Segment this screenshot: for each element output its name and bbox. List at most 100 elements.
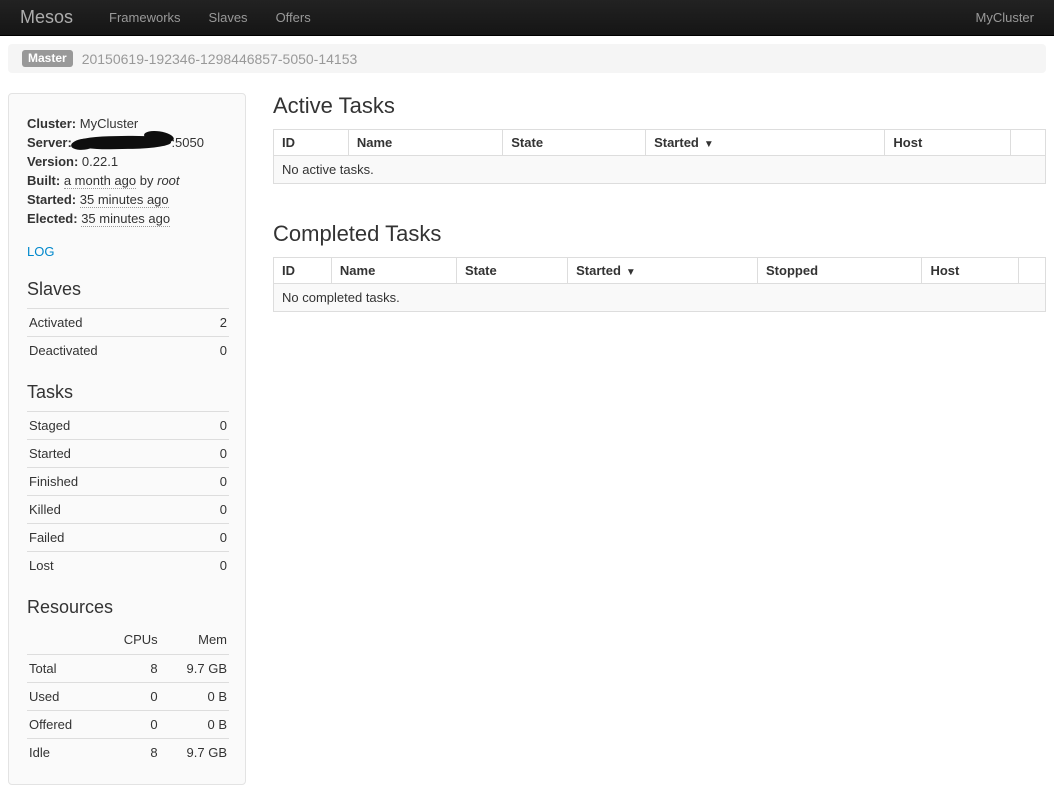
empty-state-row: No completed tasks.: [274, 284, 1046, 312]
active-col-host[interactable]: Host: [885, 130, 1011, 156]
nav-item-frameworks[interactable]: Frameworks: [95, 0, 195, 36]
resources-total-label: Total: [27, 655, 100, 683]
resources-col-mem: Mem: [160, 626, 229, 655]
table-header-row: ID Name State Started▼ Host: [274, 130, 1046, 156]
info-cluster: Cluster: MyCluster: [27, 114, 229, 133]
table-row: Failed 0: [27, 524, 229, 552]
info-started: Started: 35 minutes ago: [27, 190, 229, 209]
completed-col-id[interactable]: ID: [274, 258, 332, 284]
resources-col-cpus: CPUs: [100, 626, 159, 655]
active-tasks-table: ID Name State Started▼ Host No active ta…: [273, 129, 1046, 184]
nav-item-offers[interactable]: Offers: [262, 0, 325, 36]
table-row: Started 0: [27, 440, 229, 468]
completed-col-name[interactable]: Name: [331, 258, 456, 284]
completed-col-stopped[interactable]: Stopped: [758, 258, 922, 284]
built-label: Built:: [27, 173, 60, 188]
server-label: Server:: [27, 135, 72, 150]
tasks-failed-label: Failed: [27, 524, 194, 552]
completed-col-blank: [1018, 258, 1045, 284]
completed-col-started-label: Started: [576, 263, 621, 278]
table-row: Used 0 0 B: [27, 683, 229, 711]
info-version: Version: 0.22.1: [27, 152, 229, 171]
active-col-state[interactable]: State: [503, 130, 646, 156]
active-tasks-title: Active Tasks: [273, 93, 1046, 119]
version-label: Version:: [27, 154, 78, 169]
slaves-section-title: Slaves: [27, 279, 229, 300]
resources-offered-cpus: 0: [100, 711, 159, 739]
tasks-section-title: Tasks: [27, 382, 229, 403]
active-col-name[interactable]: Name: [348, 130, 502, 156]
navbar: Mesos Frameworks Slaves Offers MyCluster: [0, 0, 1054, 36]
table-row: Activated 2: [27, 309, 229, 337]
tasks-killed-value: 0: [194, 496, 229, 524]
cluster-value: MyCluster: [80, 116, 139, 131]
redacted-server-address: [75, 135, 171, 150]
table-header-row: ID Name State Started ▼ Stopped Host: [274, 258, 1046, 284]
resources-total-mem: 9.7 GB: [160, 655, 229, 683]
resources-total-cpus: 8: [100, 655, 159, 683]
elected-value: 35 minutes ago: [81, 211, 170, 227]
completed-col-started[interactable]: Started ▼: [568, 258, 758, 284]
version-value: 0.22.1: [82, 154, 118, 169]
cluster-label: Cluster:: [27, 116, 76, 131]
slaves-deactivated-value: 0: [202, 337, 229, 365]
resources-table: CPUs Mem Total 8 9.7 GB Used 0 0 B Offer…: [27, 626, 229, 766]
slaves-activated-value: 2: [202, 309, 229, 337]
tasks-lost-value: 0: [194, 552, 229, 580]
table-row: Lost 0: [27, 552, 229, 580]
master-badge: Master: [22, 50, 73, 67]
slaves-table: Activated 2 Deactivated 0: [27, 308, 229, 364]
completed-empty-message: No completed tasks.: [274, 284, 1046, 312]
resources-section-title: Resources: [27, 597, 229, 618]
nav-item-slaves[interactable]: Slaves: [195, 0, 262, 36]
table-row: Total 8 9.7 GB: [27, 655, 229, 683]
active-col-started[interactable]: Started▼: [646, 130, 885, 156]
navbar-cluster-name: MyCluster: [975, 10, 1034, 25]
brand-link[interactable]: Mesos: [20, 7, 73, 28]
empty-state-row: No active tasks.: [274, 156, 1046, 184]
table-row: Finished 0: [27, 468, 229, 496]
resources-used-mem: 0 B: [160, 683, 229, 711]
completed-col-host[interactable]: Host: [922, 258, 1019, 284]
tasks-started-value: 0: [194, 440, 229, 468]
built-by: by: [140, 173, 154, 188]
resources-offered-label: Offered: [27, 711, 100, 739]
started-value: 35 minutes ago: [80, 192, 169, 208]
tasks-staged-value: 0: [194, 412, 229, 440]
breadcrumb: Master 20150619-192346-1298446857-5050-1…: [8, 44, 1046, 73]
slaves-deactivated-label: Deactivated: [27, 337, 202, 365]
completed-col-state[interactable]: State: [456, 258, 567, 284]
active-col-id[interactable]: ID: [274, 130, 349, 156]
tasks-lost-label: Lost: [27, 552, 194, 580]
elected-label: Elected:: [27, 211, 78, 226]
resources-col-blank: [27, 626, 100, 655]
tasks-started-label: Started: [27, 440, 194, 468]
info-elected: Elected: 35 minutes ago: [27, 209, 229, 228]
main-content: Active Tasks ID Name State Started▼ Host…: [273, 93, 1046, 312]
table-row: Offered 0 0 B: [27, 711, 229, 739]
started-label: Started:: [27, 192, 76, 207]
tasks-finished-label: Finished: [27, 468, 194, 496]
tasks-staged-label: Staged: [27, 412, 194, 440]
active-col-blank: [1011, 130, 1046, 156]
tasks-killed-label: Killed: [27, 496, 194, 524]
tasks-failed-value: 0: [194, 524, 229, 552]
resources-offered-mem: 0 B: [160, 711, 229, 739]
resources-used-label: Used: [27, 683, 100, 711]
tasks-finished-value: 0: [194, 468, 229, 496]
log-link[interactable]: LOG: [27, 244, 54, 259]
slaves-activated-label: Activated: [27, 309, 202, 337]
table-row: Staged 0: [27, 412, 229, 440]
info-built: Built: a month ago by root: [27, 171, 229, 190]
sort-desc-icon: ▼: [704, 139, 714, 150]
info-server: Server: :5050: [27, 133, 229, 152]
completed-tasks-table: ID Name State Started ▼ Stopped Host No c…: [273, 257, 1046, 312]
table-row: Killed 0: [27, 496, 229, 524]
tasks-table: Staged 0 Started 0 Finished 0 Killed 0 F…: [27, 411, 229, 579]
sidebar-panel: Cluster: MyCluster Server: :5050 Version…: [8, 93, 246, 785]
resources-used-cpus: 0: [100, 683, 159, 711]
master-id: 20150619-192346-1298446857-5050-14153: [82, 51, 358, 67]
sort-desc-icon: ▼: [626, 267, 636, 278]
active-empty-message: No active tasks.: [274, 156, 1046, 184]
built-user: root: [157, 173, 179, 188]
